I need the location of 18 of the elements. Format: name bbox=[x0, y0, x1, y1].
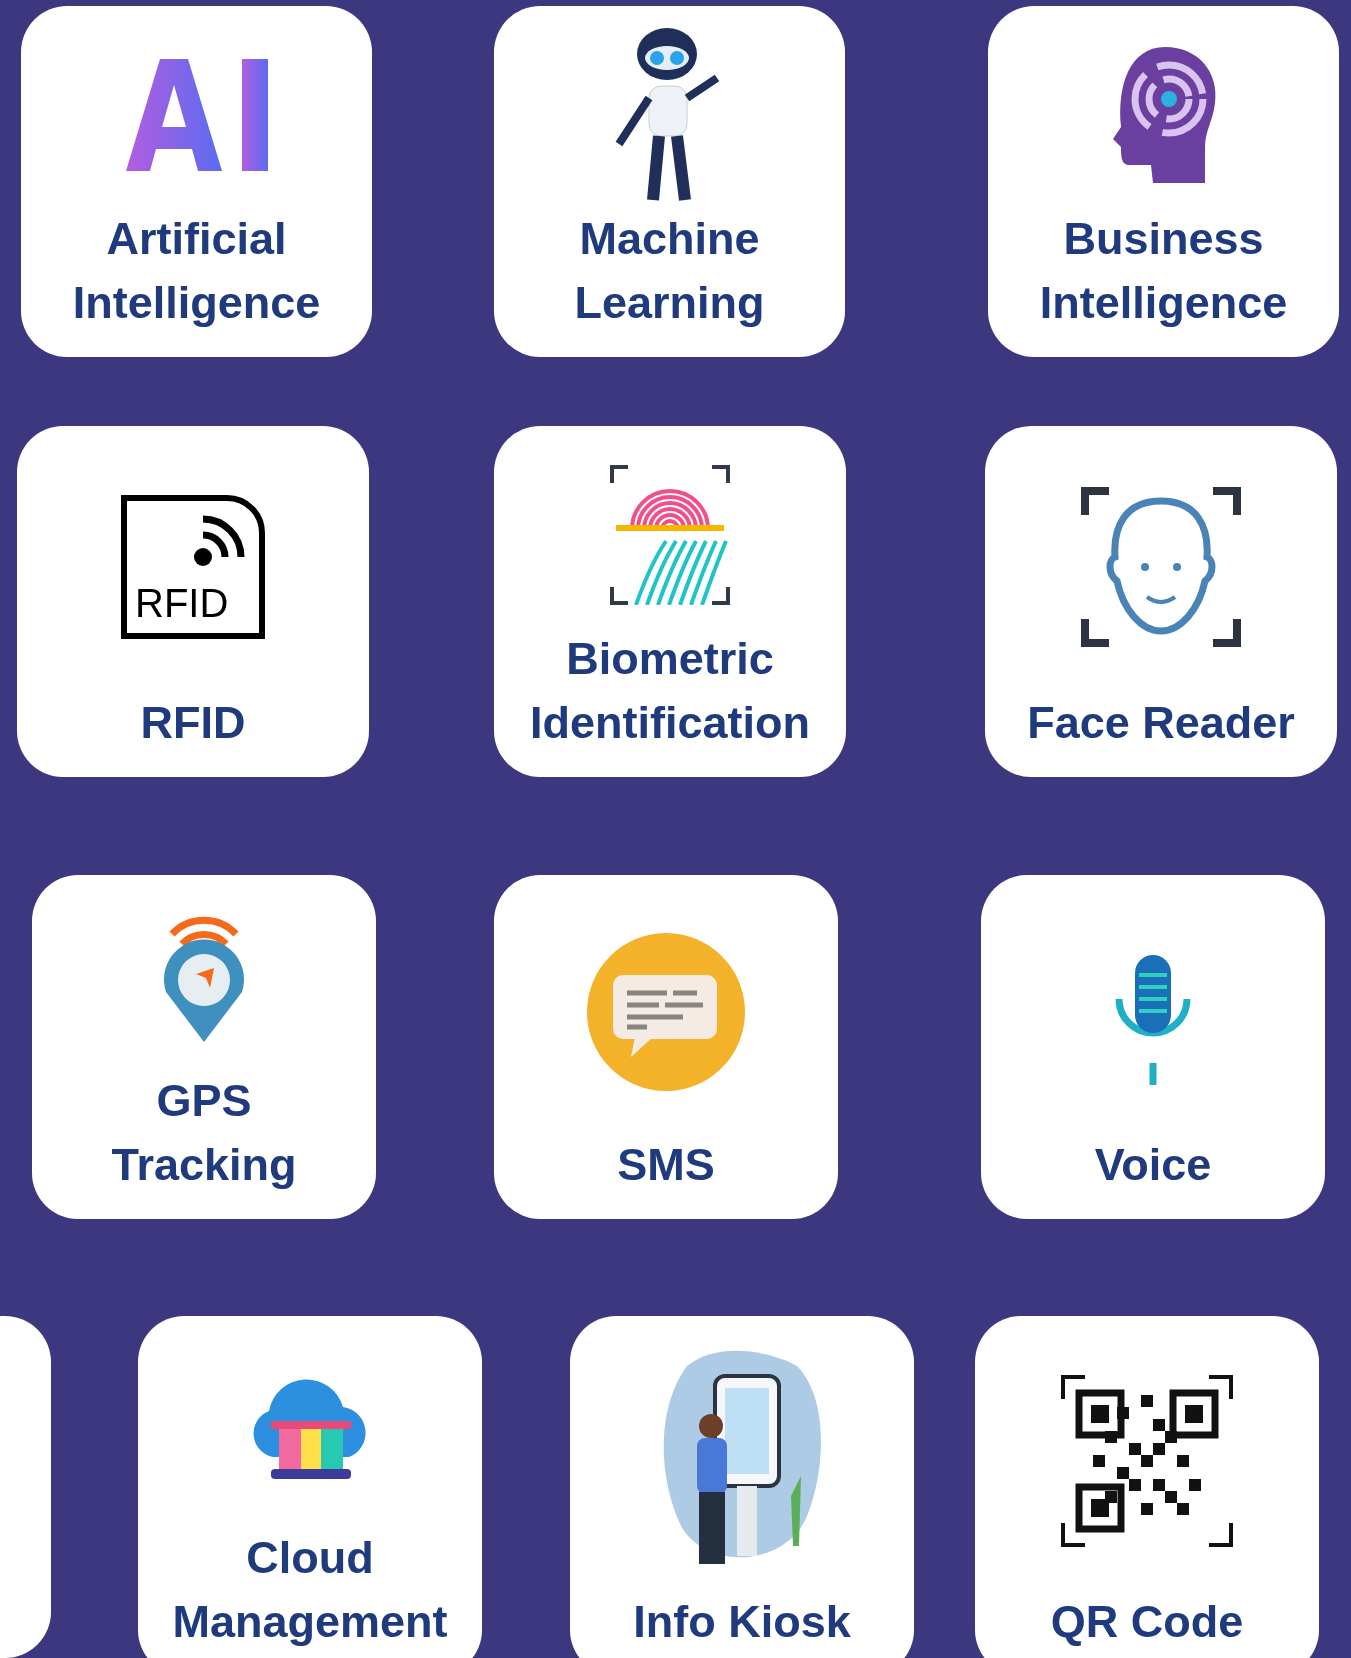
card-title: RFID bbox=[140, 696, 246, 750]
card-title: SMS bbox=[617, 1138, 715, 1192]
qr-code-icon bbox=[1061, 1375, 1233, 1547]
face-scan-icon bbox=[1081, 486, 1241, 647]
card-title: Artificial Intelligence bbox=[72, 212, 321, 330]
card-title: QR Code bbox=[1050, 1595, 1244, 1649]
card-title: Cloud Management bbox=[172, 1531, 448, 1649]
card-title: Biometric Identification bbox=[530, 632, 810, 750]
ai-letters-icon bbox=[125, 58, 268, 171]
chat-bubble-icon bbox=[587, 933, 745, 1091]
fingerprint-scan-icon bbox=[610, 464, 730, 605]
card-title: Info Kiosk bbox=[633, 1595, 851, 1649]
card-title: Business Intelligence bbox=[1039, 212, 1288, 330]
card-title: Voice bbox=[1094, 1138, 1212, 1192]
card-title: Machine Learning bbox=[574, 212, 765, 330]
card-title: Face Reader bbox=[1027, 696, 1295, 750]
rfid-label: RFID bbox=[134, 582, 229, 627]
card-title: GPS Tracking bbox=[111, 1074, 297, 1192]
